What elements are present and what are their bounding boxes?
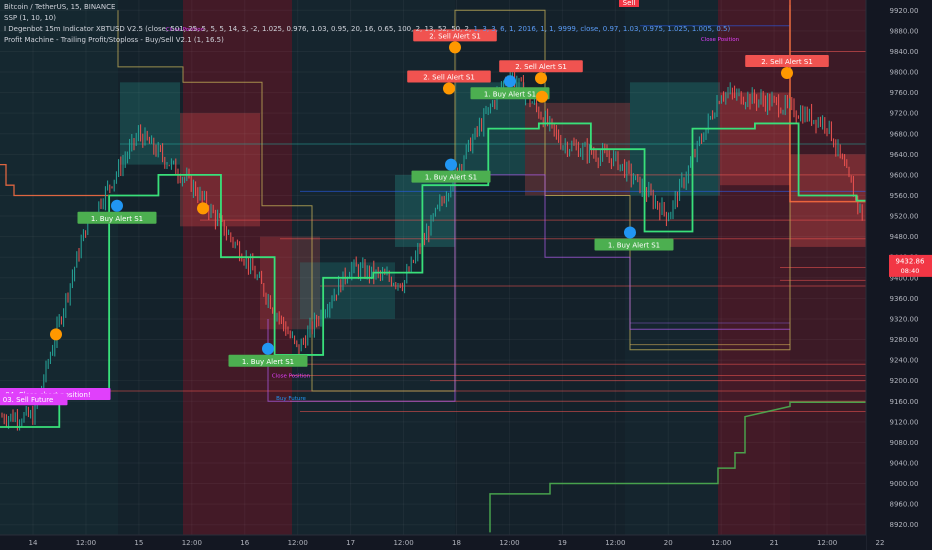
- signal-zone-box: [720, 92, 790, 186]
- sell-signal-dot[interactable]: [443, 82, 455, 95]
- time-tick-label: 18: [452, 539, 461, 547]
- buy-signal-dot[interactable]: [504, 75, 516, 88]
- price-tick-label: 9200.00: [890, 377, 919, 385]
- indicator-degenbot-params: I Degenbot 15m Indicator XBTUSD V2.5 (cl…: [4, 25, 472, 33]
- current-price-label: 9432.86: [896, 257, 925, 265]
- price-tick-label: 9480.00: [890, 233, 919, 241]
- price-tick-label: 9120.00: [890, 418, 919, 426]
- price-tick-label: 9880.00: [890, 27, 919, 35]
- price-tick-label: 9520.00: [890, 213, 919, 221]
- price-tick-label: 9800.00: [890, 69, 919, 77]
- time-tick-label: 12:00: [605, 539, 625, 547]
- time-tick-label: 12:00: [393, 539, 413, 547]
- time-tick-label: 21: [770, 539, 779, 547]
- price-tick-label: 9080.00: [890, 439, 919, 447]
- indicator-degenbot[interactable]: I Degenbot 15m Indicator XBTUSD V2.5 (cl…: [4, 24, 730, 34]
- time-tick-label: 15: [134, 539, 143, 547]
- buy-future-annotation: Buy Future: [276, 396, 306, 402]
- symbol-title[interactable]: Bitcoin / TetherUS, 15, BINANCE: [4, 2, 115, 12]
- close-position-annotation: Close Position: [701, 37, 740, 43]
- time-tick-label: 12:00: [817, 539, 837, 547]
- chart-canvas[interactable]: 1. Buy Alert S1 1. Buy Alert S1 1. Buy Ale…: [0, 0, 932, 550]
- time-tick-label: 12:00: [711, 539, 731, 547]
- sell-alert-label[interactable]: 2. Sell Alert S1: [745, 55, 829, 68]
- price-tick-label: 9560.00: [890, 192, 919, 200]
- buy-alert-label-text: 1. Buy Alert S1: [425, 174, 477, 182]
- price-tick-label: 9160.00: [890, 398, 919, 406]
- buy-alert-label[interactable]: 1. Buy Alert S1: [228, 354, 308, 367]
- sell-future-label[interactable]: 03. Sell Future: [0, 393, 68, 406]
- time-tick-label: 22: [876, 539, 885, 547]
- price-tick-label: 9360.00: [890, 295, 919, 303]
- sell-alert-label[interactable]: 2. Sell Alert S1: [407, 70, 491, 83]
- time-tick-label: 17: [346, 539, 355, 547]
- buy-signal-dot[interactable]: [111, 199, 123, 212]
- price-tick-label: 9920.00: [890, 7, 919, 15]
- price-tick-label: 9280.00: [890, 336, 919, 344]
- sell-alert-label-text: 2. Sell Alert S1: [515, 63, 567, 71]
- buy-alert-label[interactable]: 1. Buy Alert S1: [594, 238, 674, 251]
- sell-alert-label-text: 2. Sell Alert S1: [423, 73, 475, 81]
- price-tick-label: 8920.00: [890, 521, 919, 529]
- indicator-degenbot-params-2: 1, 3, 3, 6, 1, 2016, 1, 1, 9999, close, …: [473, 25, 731, 33]
- time-tick-label: 16: [240, 539, 249, 547]
- indicator-profit-machine[interactable]: Profit Machine - Trailing Profit/Stoplos…: [4, 35, 224, 45]
- time-axis-panel: [0, 535, 866, 550]
- time-tick-label: 12:00: [76, 539, 96, 547]
- buy-alert-label-text: 1. Buy Alert S1: [242, 358, 294, 366]
- close-position-annotation: Close Position: [272, 374, 311, 380]
- sell-signal-dot[interactable]: [536, 90, 548, 103]
- background-zone: [718, 0, 790, 535]
- buy-signal-dot[interactable]: [262, 342, 274, 355]
- price-tick-label: 9600.00: [890, 171, 919, 179]
- price-tick-label: 9240.00: [890, 357, 919, 365]
- buy-alert-label[interactable]: 1. Buy Alert S1: [411, 170, 491, 183]
- price-tick-label: 9000.00: [890, 480, 919, 488]
- buy-alert-label-text: 1. Buy Alert S1: [484, 90, 536, 98]
- background-zone: [118, 0, 183, 535]
- price-tick-label: 9680.00: [890, 130, 919, 138]
- time-tick-label: 12:00: [182, 539, 202, 547]
- sell-signal-dot[interactable]: [50, 328, 62, 341]
- price-tick-label: 9640.00: [890, 151, 919, 159]
- background-zone: [625, 0, 718, 535]
- background-zone: [0, 0, 118, 535]
- sell-signal-dot[interactable]: [449, 41, 461, 54]
- time-tick-label: 20: [664, 539, 673, 547]
- price-tick-label: 8960.00: [890, 501, 919, 509]
- sell-top-marker[interactable]: Sell: [619, 0, 639, 7]
- sell-signal-dot[interactable]: [781, 67, 793, 80]
- time-tick-label: 19: [558, 539, 567, 547]
- price-tick-label: 9840.00: [890, 48, 919, 56]
- signal-zone-box: [120, 82, 180, 165]
- time-tick-label: 14: [29, 539, 38, 547]
- signal-zone-box: [790, 154, 866, 247]
- price-tick-label: 9040.00: [890, 459, 919, 467]
- price-tick-label: 9760.00: [890, 89, 919, 97]
- sell-top-text: Sell: [623, 0, 636, 7]
- buy-alert-label-text: 1. Buy Alert S1: [608, 242, 660, 250]
- time-tick-label: 12:00: [499, 539, 519, 547]
- sell-signal-dot[interactable]: [197, 202, 209, 215]
- sell-signal-dot[interactable]: [535, 72, 547, 85]
- sell-future-label-text: 03. Sell Future: [3, 396, 54, 404]
- bar-countdown-label: 08:40: [901, 267, 920, 275]
- indicator-ssp[interactable]: SSP (1, 10, 10): [4, 13, 56, 23]
- sell-alert-label[interactable]: 2. Sell Alert S1: [499, 60, 583, 73]
- buy-signal-dot[interactable]: [624, 226, 636, 239]
- buy-signal-dot[interactable]: [445, 158, 457, 171]
- time-tick-label: 12:00: [288, 539, 308, 547]
- buy-alert-label[interactable]: 1. Buy Alert S1: [77, 211, 157, 224]
- price-tick-label: 9720.00: [890, 110, 919, 118]
- sell-alert-label-text: 2. Sell Alert S1: [761, 58, 813, 66]
- price-tick-label: 9320.00: [890, 315, 919, 323]
- buy-alert-label-text: 1. Buy Alert S1: [91, 215, 143, 223]
